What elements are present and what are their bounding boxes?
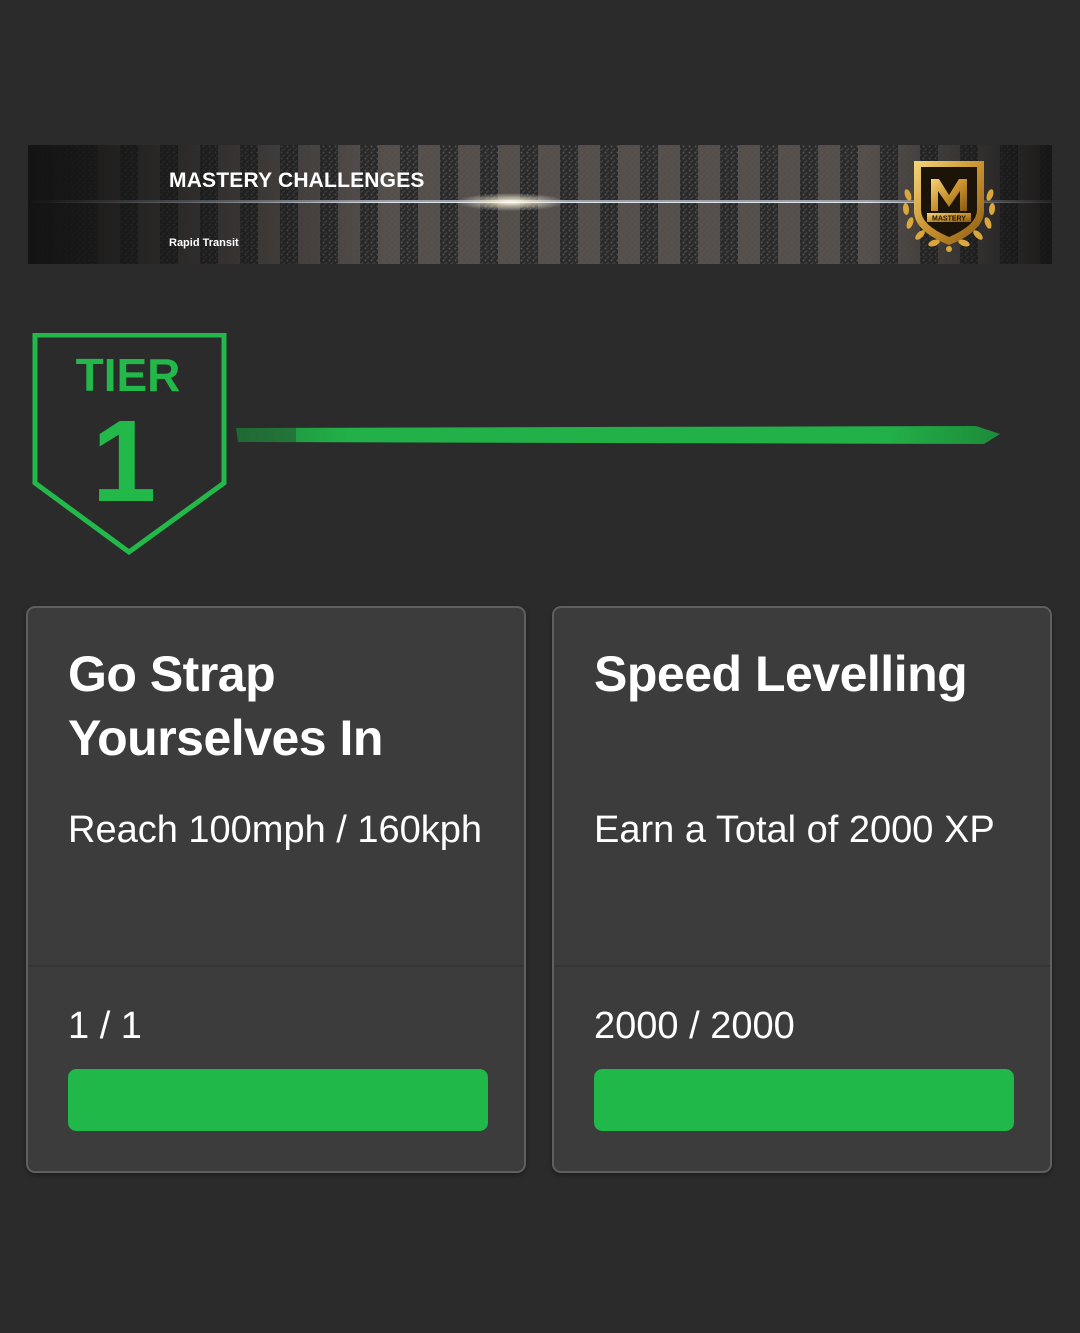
- challenge-description: Reach 100mph / 160kph: [68, 809, 483, 851]
- banner-subtitle: Rapid Transit: [169, 237, 239, 249]
- svg-text:MASTERY: MASTERY: [932, 216, 966, 223]
- challenge-progress-fill: [68, 1069, 488, 1131]
- mastery-banner: MASTERY CHALLENGES Rapid Transit MASTERY: [28, 145, 1052, 264]
- challenge-progress-text: 1 / 1: [68, 1005, 142, 1047]
- challenge-card[interactable]: Speed Levelling Earn a Total of 2000 XP …: [552, 606, 1052, 1173]
- challenge-progress-fill: [594, 1069, 1014, 1131]
- challenge-title: Go Strap Yourselves In: [68, 646, 383, 766]
- banner-title: MASTERY CHALLENGES: [169, 169, 425, 192]
- challenge-progress-bar: [594, 1069, 1014, 1131]
- challenge-card[interactable]: Go Strap Yourselves In Reach 100mph / 16…: [26, 606, 526, 1173]
- mastery-emblem-icon: MASTERY: [894, 153, 1004, 257]
- card-divider: [554, 965, 1050, 967]
- tier-progress-line: [236, 425, 1000, 445]
- challenge-progress-text: 2000 / 2000: [594, 1005, 795, 1047]
- tier-badge: TIER 1: [32, 333, 228, 555]
- card-divider: [28, 965, 524, 967]
- challenge-description: Earn a Total of 2000 XP: [594, 809, 995, 851]
- tier-label: TIER: [76, 349, 181, 401]
- challenge-title: Speed Levelling: [594, 646, 968, 702]
- tier-number: 1: [92, 396, 157, 526]
- challenge-progress-bar: [68, 1069, 488, 1131]
